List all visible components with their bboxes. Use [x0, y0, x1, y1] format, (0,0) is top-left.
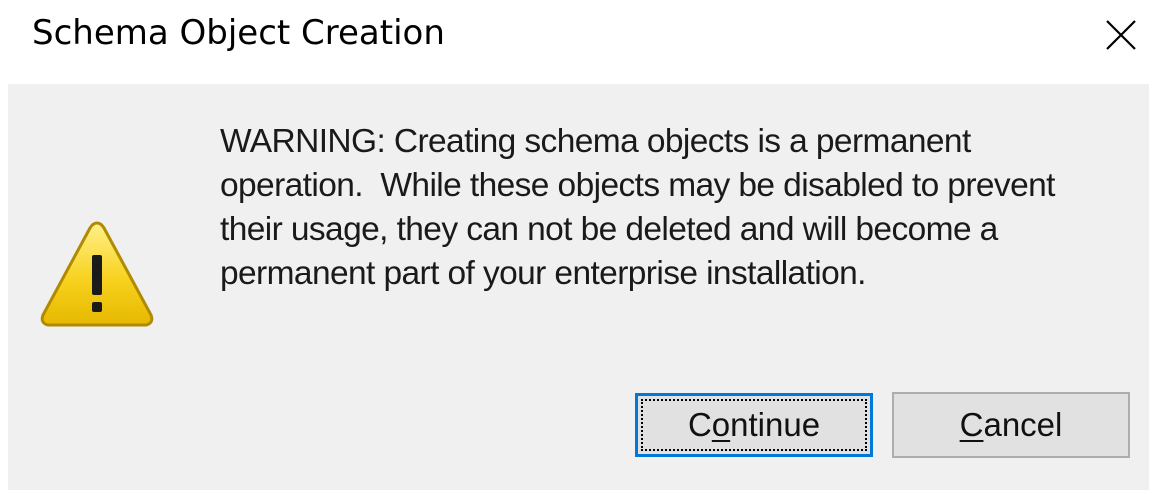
cancel-button[interactable]: Cancel: [892, 392, 1130, 458]
cancel-label: Cancel: [959, 406, 1063, 443]
continue-label: Continue: [687, 406, 821, 443]
dialog-window: Schema Object Creation WARNING: Creating…: [0, 0, 1154, 494]
dialog-body: WARNING: Creating schema objects is a pe…: [8, 84, 1149, 490]
title-bar[interactable]: Schema Object Creation: [0, 0, 1154, 84]
message-line: their usage, they can not be deleted and…: [220, 211, 998, 248]
message-line: permanent part of your enterprise instal…: [220, 255, 866, 292]
continue-button[interactable]: Continue: [635, 393, 873, 457]
message-line: operation. While these objects may be di…: [220, 167, 1055, 204]
close-x-icon: [1094, 10, 1146, 62]
warning-triangle-icon: [38, 219, 156, 329]
warning-message: WARNING: Creating schema objects is a pe…: [220, 120, 1140, 296]
close-button[interactable]: [1094, 10, 1146, 62]
window-title: Schema Object Creation: [32, 13, 445, 53]
message-line: WARNING: Creating schema objects is a pe…: [220, 123, 971, 160]
